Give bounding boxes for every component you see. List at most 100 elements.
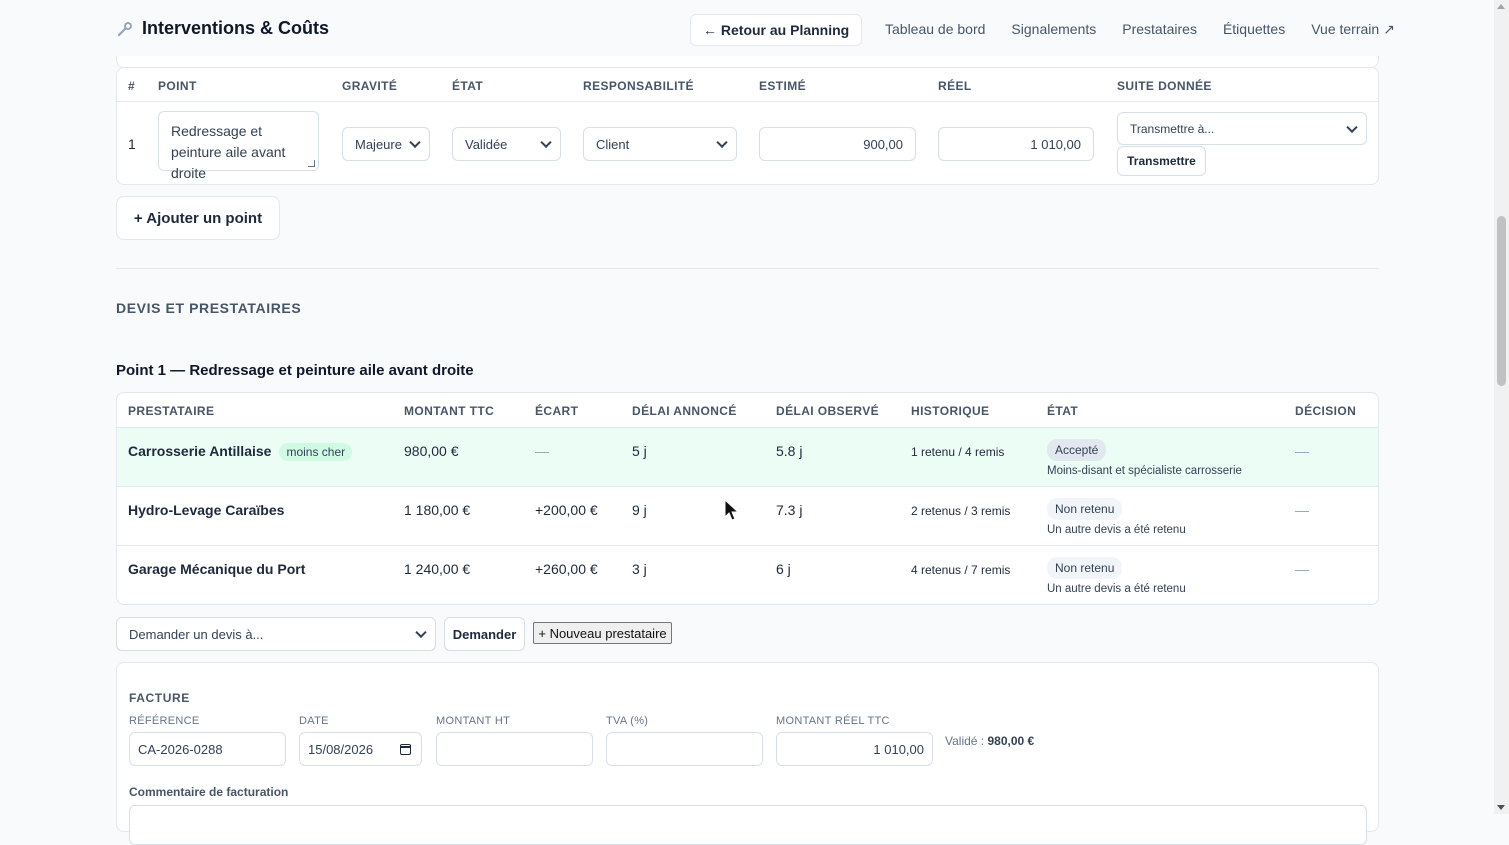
scroll-up-arrow-icon[interactable] [1497, 4, 1505, 9]
request-quote-value: Demander un devis à... [129, 626, 264, 642]
invoice-date-input[interactable]: 15/08/2026 [299, 732, 422, 766]
provider-name: Hydro-Levage Caraïbes [128, 502, 285, 518]
provider-name-text: Carrosserie Antillaise [128, 443, 272, 459]
history: 2 retenus / 3 remis [911, 504, 1011, 518]
status-badge: Non retenu [1047, 557, 1123, 579]
col-provider-header: PRESTATAIRE [128, 404, 215, 418]
scroll-down-arrow-icon[interactable] [1497, 805, 1505, 810]
request-quote-select[interactable]: Demander un devis à... [116, 617, 436, 651]
provider-name: Garage Mécanique du Port [128, 561, 306, 577]
status-reason: Un autre devis a été retenu [1047, 524, 1186, 536]
gap: — [535, 443, 549, 459]
state-select[interactable]: Validée [452, 127, 561, 161]
nav-providers-link[interactable]: Prestataires [1122, 21, 1197, 38]
point-index: 1 [128, 136, 136, 152]
actual-value: 1 010,00 [1030, 136, 1081, 152]
status-badge: Non retenu [1047, 498, 1123, 520]
announced-delay: 5 j [632, 443, 647, 459]
col-amount-header: MONTANT TTC [404, 404, 495, 418]
points-table: # POINT GRAVITÉ ÉTAT RESPONSABILITÉ ESTI… [116, 67, 1379, 185]
history: 1 retenu / 4 remis [911, 445, 1005, 459]
responsibility-value: Client [596, 136, 630, 152]
col-observed-delay-header: DÉLAI OBSERVÉ [776, 404, 879, 418]
wrench-icon [117, 21, 132, 36]
state-value: Validée [465, 136, 508, 152]
invoice-title: FACTURE [129, 691, 190, 705]
header-divider [117, 101, 1378, 102]
reference-label: RÉFÉRENCE [129, 715, 200, 727]
point-description-textarea[interactable]: Redressage et peinture aile avant droite [158, 111, 319, 181]
actual-ttc-label: MONTANT RÉEL TTC [776, 715, 890, 727]
scroll-thumb[interactable] [1497, 216, 1506, 386]
back-to-planning-button[interactable]: ← Retour au Planning [690, 14, 863, 46]
observed-delay: 6 j [776, 561, 791, 577]
new-provider-button[interactable]: + Nouveau prestataire [533, 622, 672, 644]
col-severity-header: GRAVITÉ [342, 79, 398, 93]
forward-button[interactable]: Transmettre [1117, 146, 1206, 176]
validated-value: 980,00 € [987, 734, 1035, 748]
estimated-input[interactable]: 900,00 [759, 127, 916, 161]
amount: 1 240,00 € [404, 561, 471, 577]
invoice-date-value: 15/08/2026 [308, 741, 374, 757]
col-point-header: POINT [158, 79, 197, 93]
col-estimated-header: ESTIMÉ [759, 79, 807, 93]
announced-delay: 3 j [632, 561, 647, 577]
actual-ttc-value: 1 010,00 [873, 741, 924, 757]
page-title-text: Interventions & Coûts [142, 18, 330, 38]
validated-label: Validé : [945, 734, 985, 748]
severity-value: Majeure [355, 136, 402, 152]
col-announced-delay-header: DÉLAI ANNONCÉ [632, 404, 737, 418]
amount: 980,00 € [404, 443, 459, 459]
point-description-text: Redressage et peinture aile avant droite [171, 123, 286, 181]
invoice-card: FACTURE RÉFÉRENCE DATE MONTANT HT TVA (%… [116, 662, 1379, 845]
severity-select[interactable]: Majeure [342, 127, 430, 161]
nav-field-view-link[interactable]: Vue terrain ↗ [1311, 21, 1395, 38]
col-responsibility-header: RESPONSABILITÉ [583, 79, 694, 93]
status-badge: Accepté [1047, 439, 1107, 461]
decision: — [1295, 443, 1309, 459]
actual-ttc-input[interactable]: 1 010,00 [776, 732, 933, 766]
observed-delay: 5.8 j [776, 443, 803, 459]
page-scrollbar[interactable] [1494, 0, 1509, 814]
col-index-header: # [128, 79, 136, 93]
mouse-cursor-icon [724, 499, 740, 521]
billing-comment-label: Commentaire de facturation [129, 785, 289, 799]
vat-input[interactable] [606, 732, 763, 766]
forward-to-value: Transmettre à... [1130, 121, 1215, 136]
quotes-table-header: PRESTATAIRE MONTANT TTC ÉCART DÉLAI ANNO… [117, 393, 1378, 428]
responsibility-select[interactable]: Client [583, 127, 737, 161]
billing-comment-textarea[interactable] [129, 805, 1367, 845]
announced-delay: 9 j [632, 502, 647, 518]
top-nav: Tableau de bord Signalements Prestataire… [885, 21, 1395, 38]
observed-delay: 7.3 j [776, 502, 803, 518]
table-row: Hydro-Levage Caraïbes 1 180,00 € +200,00… [117, 487, 1378, 546]
invoice-reference-value: CA-2026-0288 [138, 741, 223, 757]
invoice-reference-input[interactable]: CA-2026-0288 [129, 732, 286, 766]
col-decision-header: DÉCISION [1295, 404, 1357, 418]
forward-to-select[interactable]: Transmettre à... [1117, 112, 1367, 145]
table-row: Garage Mécanique du Port 1 240,00 € +260… [117, 546, 1378, 604]
add-point-button[interactable]: + Ajouter un point [116, 196, 280, 240]
amount-ht-input[interactable] [436, 732, 593, 766]
actual-input[interactable]: 1 010,00 [938, 127, 1094, 161]
page-title: Interventions & Coûts [116, 18, 329, 39]
col-gap-header: ÉCART [535, 404, 579, 418]
status-reason: Un autre devis a été retenu [1047, 583, 1186, 595]
status-reason: Moins-disant et spécialiste carrosserie [1047, 465, 1242, 477]
col-history-header: HISTORIQUE [911, 404, 990, 418]
provider-name: Carrosserie Antillaise moins cher [128, 443, 353, 461]
nav-labels-link[interactable]: Étiquettes [1223, 21, 1285, 38]
amount: 1 180,00 € [404, 502, 471, 518]
nav-dashboard-link[interactable]: Tableau de bord [885, 21, 985, 38]
col-actual-header: RÉEL [938, 79, 972, 93]
decision: — [1295, 561, 1309, 577]
calendar-icon[interactable] [400, 744, 411, 755]
section-divider [116, 268, 1379, 269]
nav-reports-link[interactable]: Signalements [1011, 21, 1096, 38]
top-bar: Interventions & Coûts ← Retour au Planni… [0, 0, 1494, 58]
resize-grip-icon[interactable] [308, 160, 315, 167]
amount-ht-label: MONTANT HT [436, 715, 511, 727]
decision: — [1295, 502, 1309, 518]
request-quote-button[interactable]: Demander [444, 617, 525, 651]
estimated-value: 900,00 [863, 136, 903, 152]
